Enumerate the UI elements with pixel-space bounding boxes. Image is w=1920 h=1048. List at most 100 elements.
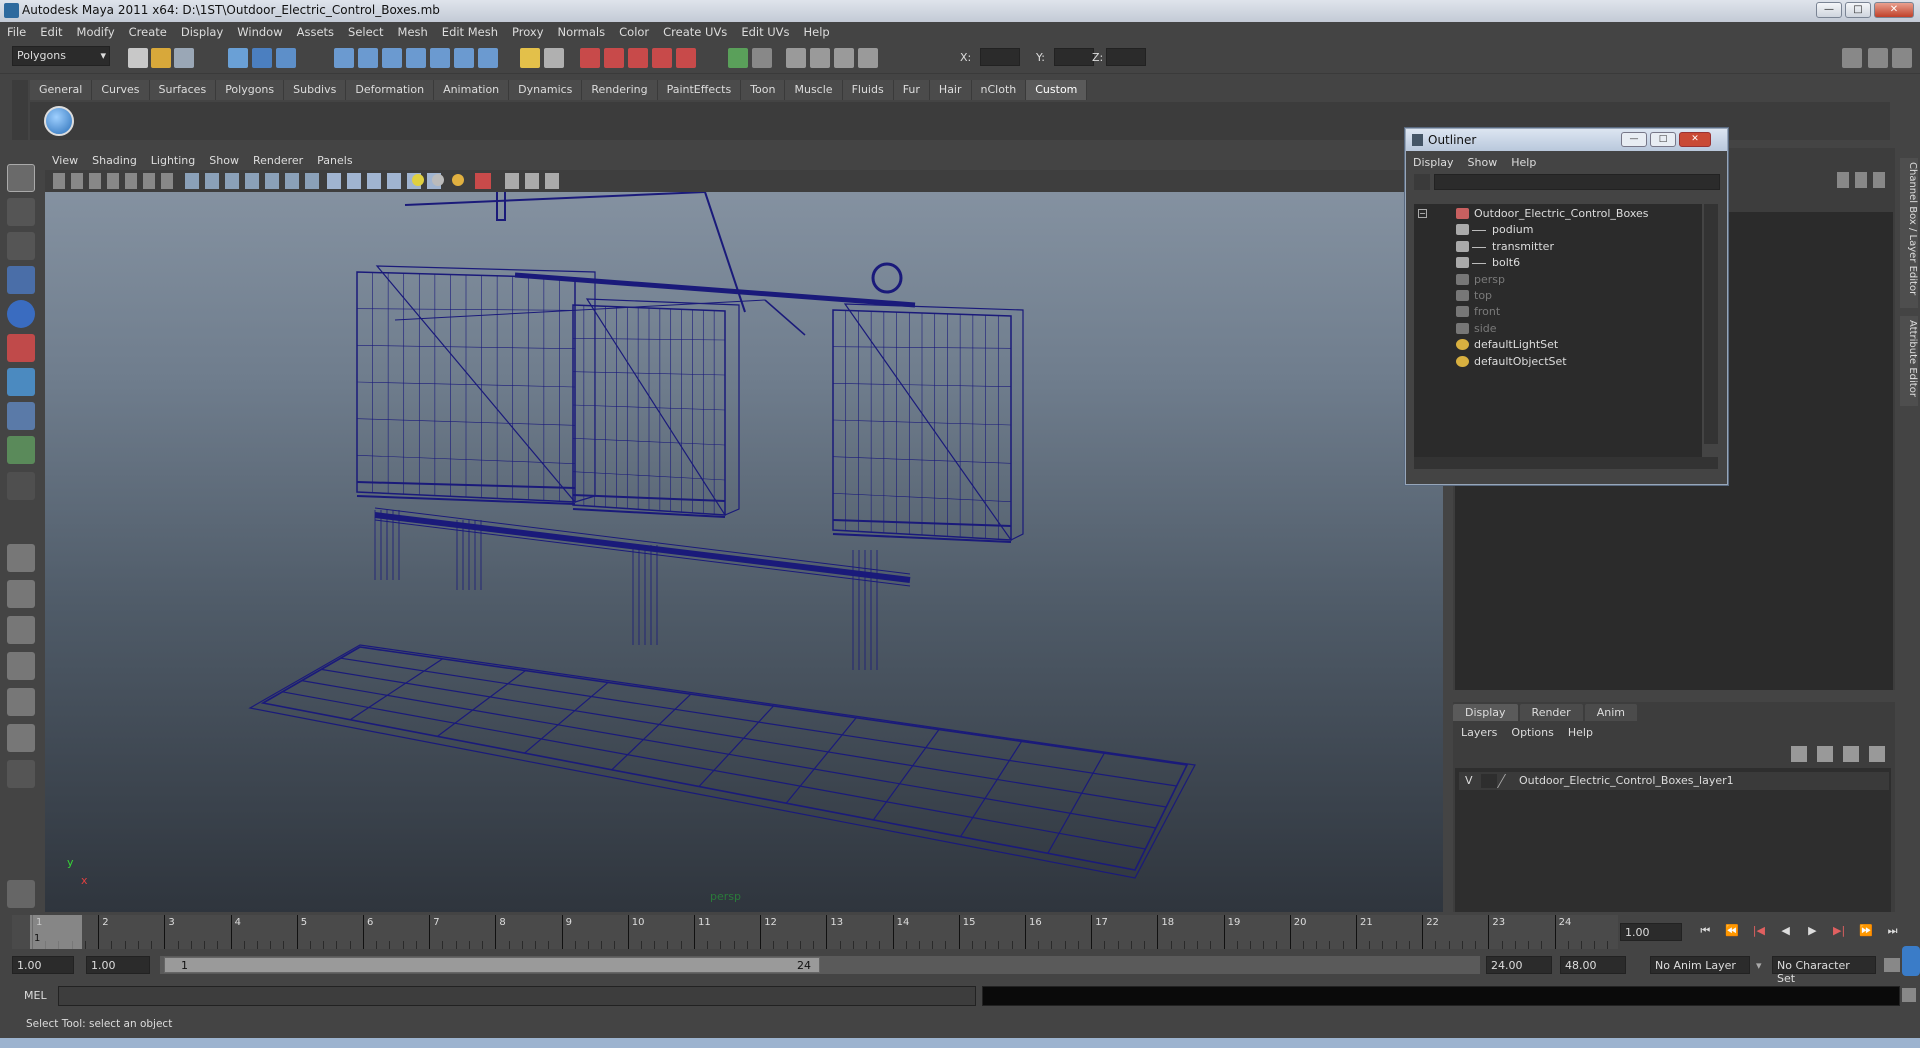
viewport-menu-lighting[interactable]: Lighting [144,154,202,167]
light-all-icon[interactable] [432,174,444,186]
rotate-tool-icon[interactable] [7,300,35,328]
layer-menu-layers[interactable]: Layers [1461,726,1505,739]
shelf-tab-animation[interactable]: Animation [434,80,510,100]
x-field[interactable] [980,48,1020,66]
light-default-icon[interactable] [412,174,424,186]
single-pane-icon[interactable] [7,544,35,572]
attribute-editor-icon[interactable] [810,48,830,68]
shelf-tab-polygons[interactable]: Polygons [216,80,285,100]
render-settings-icon[interactable] [628,48,648,68]
shelf-tab-curves[interactable]: Curves [92,80,150,100]
menu-window[interactable]: Window [230,25,289,39]
new-scene-icon[interactable] [128,48,148,68]
move-tool-icon[interactable] [7,266,35,294]
hypershade-pane-icon[interactable] [7,688,35,716]
layer-color-swatch[interactable] [1496,774,1520,788]
render-view-icon[interactable] [676,48,696,68]
menu-create-uvs[interactable]: Create UVs [656,25,734,39]
snap-plane-icon[interactable] [406,48,426,68]
shelf-tab-painteffects[interactable]: PaintEffects [657,80,742,100]
layer-create-icons[interactable] [1791,746,1885,762]
go-to-end-icon[interactable]: ⏭ [1881,924,1904,942]
collapse-icon[interactable]: − [1418,209,1427,218]
sidebar-toggle-icon[interactable] [752,48,772,68]
snap-surface-icon[interactable] [430,48,450,68]
close-button[interactable]: ✕ [1874,2,1914,18]
graph-pane-icon[interactable] [7,652,35,680]
menu-normals[interactable]: Normals [551,25,613,39]
viewport-menu-renderer[interactable]: Renderer [246,154,310,167]
shelf-tab-general[interactable]: General [30,80,93,100]
outliner-item[interactable]: defaultLightSet [1414,337,1702,353]
input-line-icon[interactable] [728,48,748,68]
light-selected-icon[interactable] [452,174,464,186]
outliner-item[interactable]: front [1414,304,1702,320]
shelf-tab-muscle[interactable]: Muscle [785,80,843,100]
panel-toggle-icon[interactable] [1842,48,1862,68]
script-editor-icon[interactable] [1902,988,1916,1002]
layer-tab-display[interactable]: Display [1453,704,1518,721]
menu-edit-uvs[interactable]: Edit UVs [734,25,796,39]
layer-editor-icon[interactable] [858,48,878,68]
menu-modify[interactable]: Modify [70,25,122,39]
snap-curve-icon[interactable] [358,48,378,68]
construction-icon[interactable] [478,48,498,68]
lock-icon[interactable] [520,48,540,68]
outliner-item[interactable]: top [1414,288,1702,304]
menu-mesh[interactable]: Mesh [391,25,435,39]
snap-grid-icon[interactable] [334,48,354,68]
shelf-tab-dynamics[interactable]: Dynamics [509,80,583,100]
layer-row[interactable]: V Outdoor_Electric_Control_Boxes_layer1 [1459,772,1889,790]
soft-mod-icon[interactable] [7,402,35,430]
outliner-item[interactable]: side [1414,321,1702,337]
ipr-render-icon[interactable] [604,48,624,68]
menu-display[interactable]: Display [174,25,230,39]
viewport-menu-shading[interactable]: Shading [85,154,144,167]
time-slider[interactable]: 1234567891011121314151617181920212223241 [12,915,1618,949]
menu-help[interactable]: Help [797,25,837,39]
playback-start-field[interactable]: 1.00 [86,956,150,974]
outliner-menu-help[interactable]: Help [1504,156,1543,169]
channel-box-tab[interactable]: Channel Box / Layer Editor [1900,158,1918,308]
y-field[interactable] [1054,48,1094,66]
attribute-editor-tab[interactable]: Attribute Editor [1900,316,1918,406]
menu-create[interactable]: Create [122,25,174,39]
open-scene-icon[interactable] [151,48,171,68]
layer-type-toggle[interactable] [1481,774,1497,788]
hypershade-icon[interactable] [652,48,672,68]
select-component-icon[interactable] [276,48,296,68]
channel-panel-icon[interactable] [1892,48,1912,68]
last-tool-icon[interactable] [7,436,35,464]
select-tool-icon[interactable] [7,164,35,192]
menu-select[interactable]: Select [341,25,390,39]
lasso-tool-icon[interactable] [7,198,35,226]
render-icon[interactable] [580,48,600,68]
outliner-vscrollbar[interactable] [1704,204,1718,444]
layer-menu-help[interactable]: Help [1568,726,1601,739]
layer-tab-anim[interactable]: Anim [1584,704,1637,721]
step-forward-frame-icon[interactable]: ▶| [1828,924,1851,942]
menu-edit-mesh[interactable]: Edit Mesh [435,25,505,39]
channel-icons[interactable] [1837,172,1887,188]
outliner-item[interactable]: defaultObjectSet [1414,354,1702,370]
shading-mode-icons[interactable] [327,173,445,189]
four-pane-icon[interactable] [7,580,35,608]
character-set-dropdown[interactable]: No Character Set [1772,956,1876,985]
layer-visibility-toggle[interactable]: V [1465,774,1473,787]
paint-select-icon[interactable] [7,232,35,260]
shelf-menu-handle[interactable] [12,80,28,140]
tool-settings-icon[interactable] [786,48,806,68]
outliner-minimize-button[interactable]: — [1621,132,1647,147]
preferences-icon[interactable] [1902,946,1920,976]
menu-edit[interactable]: Edit [33,25,69,39]
more-panes-icon[interactable] [7,760,35,788]
anim-layer-dropdown[interactable]: No Anim Layer [1650,956,1750,974]
render-pane-icon[interactable] [7,724,35,752]
channel-box-icon[interactable] [834,48,854,68]
perspective-viewport[interactable]: persp y x [45,150,1443,912]
maximize-button[interactable]: □ [1845,2,1871,18]
outliner-menu-display[interactable]: Display [1406,156,1461,169]
shelf-tab-surfaces[interactable]: Surfaces [149,80,217,100]
shelf-tab-fluids[interactable]: Fluids [842,80,894,100]
range-slider-handle[interactable]: 1 24 [164,957,820,973]
